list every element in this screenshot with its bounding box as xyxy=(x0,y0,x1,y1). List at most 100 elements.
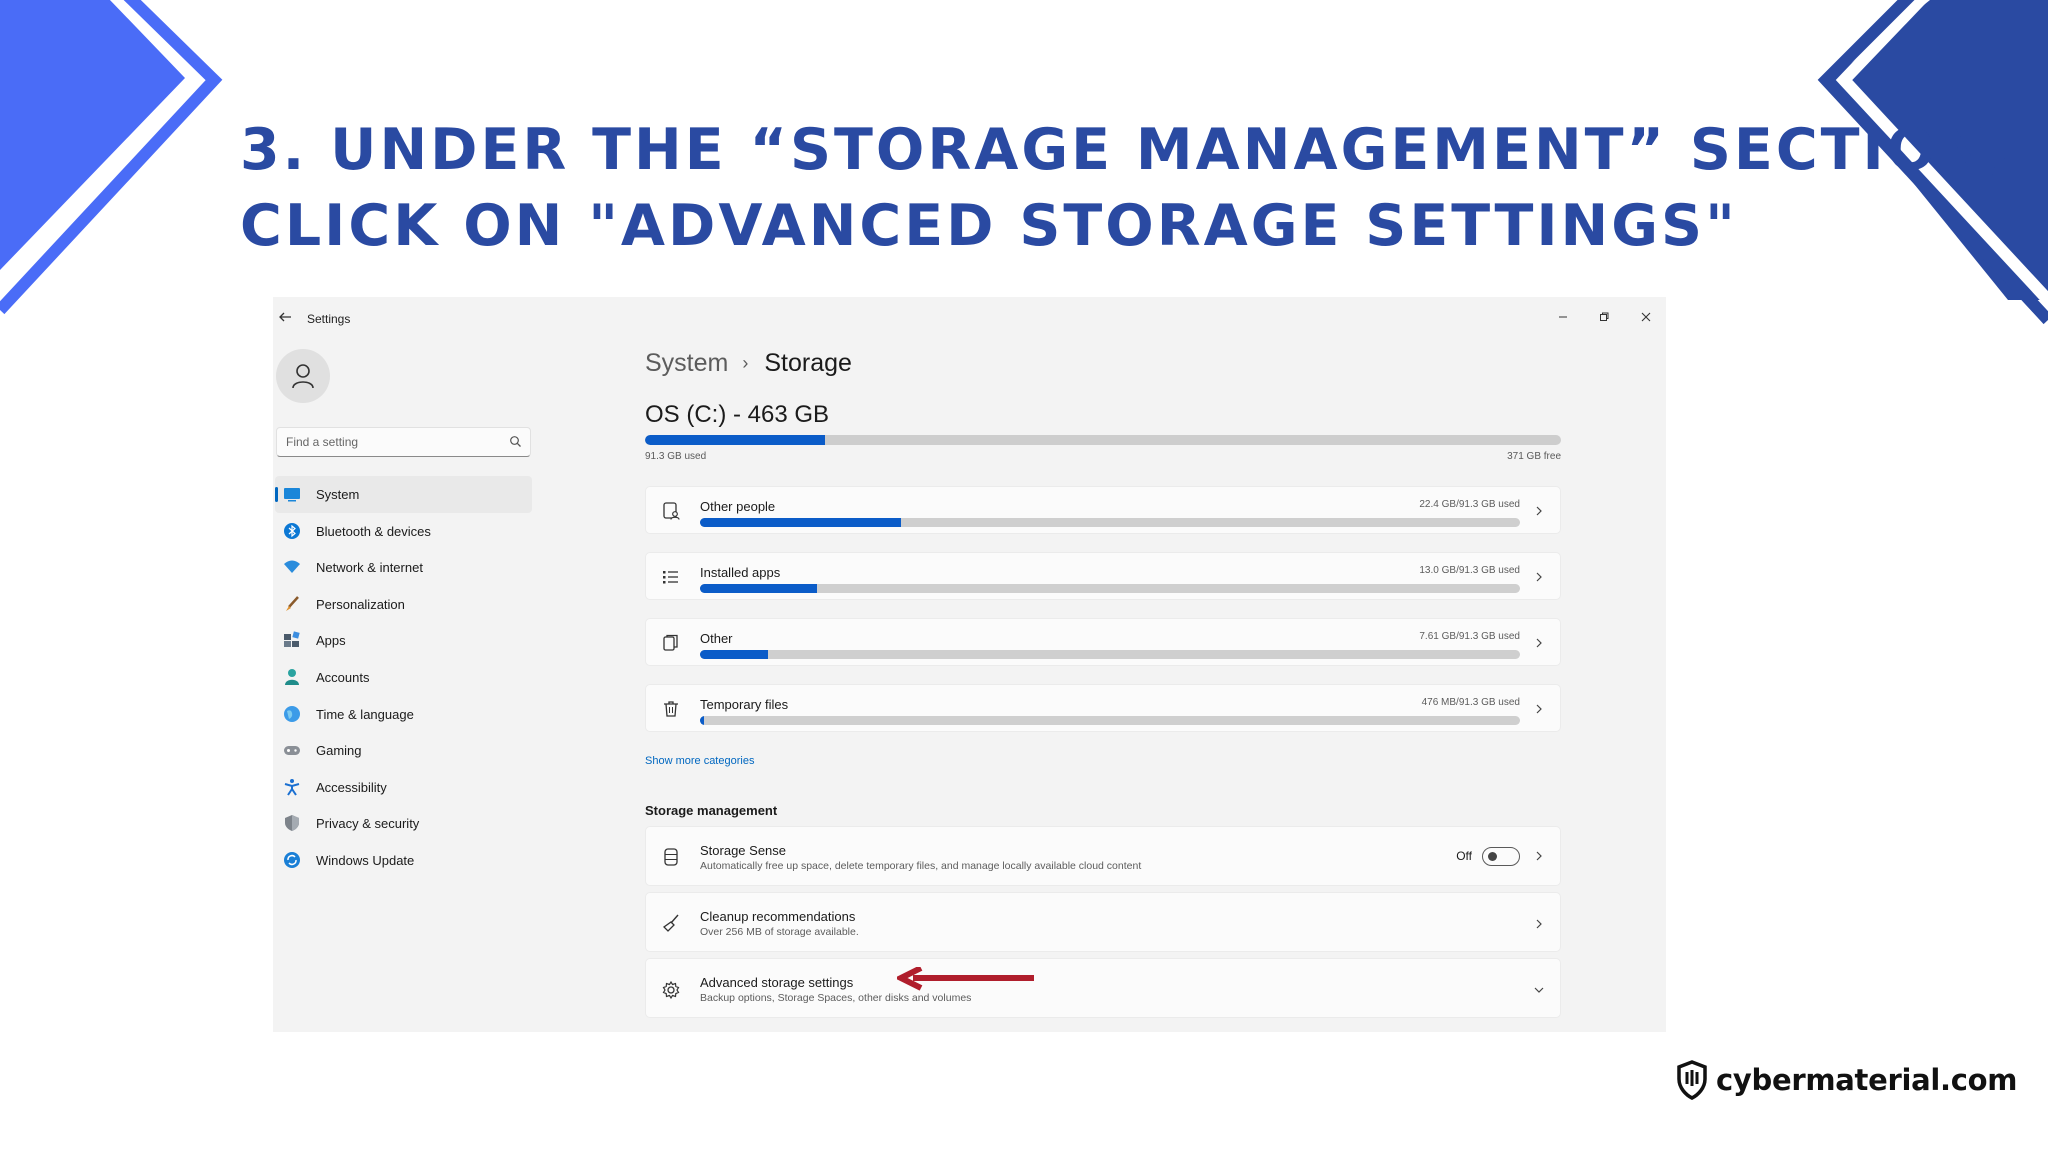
advanced-storage-title: Advanced storage settings xyxy=(700,975,854,990)
sidebar-item-accessibility[interactable]: Accessibility xyxy=(275,769,532,806)
drive-usage-fill xyxy=(645,435,826,445)
storage-sense-card[interactable]: Storage Sense Automatically free up spac… xyxy=(645,826,1561,886)
brand-logo: cybermaterial.com xyxy=(1676,1060,2017,1100)
category-usage-bar xyxy=(700,716,1520,725)
restore-icon xyxy=(1600,312,1609,321)
chevron-right-icon xyxy=(1536,506,1542,516)
wifi-icon xyxy=(284,560,300,574)
category-card-other[interactable]: Other 7.61 GB/91.3 GB used xyxy=(645,618,1561,666)
category-card-installed-apps[interactable]: Installed apps 13.0 GB/91.3 GB used xyxy=(645,552,1561,600)
sidebar-item-network[interactable]: Network & internet xyxy=(275,549,532,586)
accounts-icon xyxy=(285,668,299,685)
storage-sense-title: Storage Sense xyxy=(700,843,787,858)
close-icon xyxy=(1641,312,1651,322)
sidebar-item-label: Gaming xyxy=(316,743,362,759)
pointer-arrow-annotation xyxy=(897,967,1034,991)
category-usage: 476 MB/91.3 GB used xyxy=(1421,697,1520,708)
category-card-other-people[interactable]: Other people 22.4 GB/91.3 GB used xyxy=(645,486,1561,534)
title-bar: Settings xyxy=(273,297,1666,339)
sidebar-item-label: Apps xyxy=(316,633,346,649)
drive-used-text: 91.3 GB used xyxy=(645,451,707,462)
app-title: Settings xyxy=(307,312,351,326)
sidebar-item-time-language[interactable]: Time & language xyxy=(275,696,532,733)
sidebar-item-system[interactable]: System xyxy=(275,476,532,513)
installed-apps-icon xyxy=(660,566,682,588)
back-arrow-icon[interactable] xyxy=(275,307,297,327)
search-input[interactable] xyxy=(286,435,486,449)
storage-sense-toggle[interactable] xyxy=(1482,847,1520,866)
sidebar-item-label: Accessibility xyxy=(316,779,387,795)
chevron-down-icon xyxy=(1534,987,1544,993)
category-label: Installed apps xyxy=(700,565,781,580)
instruction-headline: 3. Under the “Storage Management” sectio… xyxy=(240,112,2011,264)
sidebar-item-label: Personalization xyxy=(316,596,405,612)
category-usage-bar xyxy=(700,650,1520,659)
sidebar-item-accounts[interactable]: Accounts xyxy=(275,659,532,696)
accessibility-icon xyxy=(284,778,300,796)
category-usage-bar xyxy=(700,584,1520,593)
broom-icon xyxy=(660,912,682,934)
gear-icon xyxy=(660,979,682,1001)
storage-sense-desc: Automatically free up space, delete temp… xyxy=(700,860,1142,872)
storage-management-heading: Storage management xyxy=(645,803,778,818)
category-label: Other people xyxy=(700,499,776,514)
storage-sense-icon xyxy=(660,846,682,868)
system-icon xyxy=(284,488,300,502)
category-card-temporary-files[interactable]: Temporary files 476 MB/91.3 GB used xyxy=(645,684,1561,732)
sidebar-item-label: System xyxy=(316,487,360,502)
breadcrumb: System › Storage xyxy=(645,349,852,378)
category-usage: 7.61 GB/91.3 GB used xyxy=(1419,631,1520,642)
advanced-storage-settings-card[interactable]: Advanced storage settings Backup options… xyxy=(645,958,1561,1018)
category-usage-fill xyxy=(700,650,769,659)
other-icon xyxy=(660,632,682,654)
search-icon[interactable] xyxy=(509,435,522,448)
drive-label: OS (C:) - 463 GB xyxy=(645,401,830,428)
minimize-button[interactable] xyxy=(1543,303,1583,331)
other-people-icon xyxy=(660,500,682,522)
breadcrumb-separator: › xyxy=(742,353,749,373)
sidebar-nav: System Bluetooth & devices Network & int… xyxy=(275,476,532,879)
category-usage-bar xyxy=(700,518,1520,527)
category-usage-fill xyxy=(700,716,705,725)
sidebar-item-label: Bluetooth & devices xyxy=(316,523,431,539)
gamepad-icon xyxy=(284,746,300,756)
sidebar-item-label: Windows Update xyxy=(316,852,415,868)
brush-icon xyxy=(286,595,299,611)
corner-decoration-left xyxy=(0,0,223,315)
sidebar-item-privacy-security[interactable]: Privacy & security xyxy=(275,805,532,842)
shield-icon xyxy=(285,815,299,832)
chevron-right-icon xyxy=(1536,919,1542,929)
cleanup-recommendations-card[interactable]: Cleanup recommendations Over 256 MB of s… xyxy=(645,892,1561,952)
restore-button[interactable] xyxy=(1584,303,1624,331)
cleanup-title: Cleanup recommendations xyxy=(700,909,856,924)
sidebar-item-label: Network & internet xyxy=(316,560,423,576)
sidebar-item-gaming[interactable]: Gaming xyxy=(275,732,532,769)
sidebar-item-bluetooth[interactable]: Bluetooth & devices xyxy=(275,513,532,550)
brand-text: cybermaterial.com xyxy=(1716,1063,2018,1097)
drive-free-text: 371 GB free xyxy=(1507,451,1561,462)
page-title: Storage xyxy=(764,349,852,377)
shield-logo-icon xyxy=(1677,1060,1707,1100)
chevron-right-icon xyxy=(1536,704,1542,714)
category-label: Other xyxy=(700,631,733,646)
category-usage: 22.4 GB/91.3 GB used xyxy=(1419,499,1520,510)
user-avatar[interactable] xyxy=(276,349,330,403)
breadcrumb-parent[interactable]: System xyxy=(645,349,728,378)
sidebar-item-label: Privacy & security xyxy=(316,816,420,832)
settings-window: Settings System xyxy=(273,297,1666,1032)
show-more-categories-link[interactable]: Show more categories xyxy=(645,755,754,767)
settings-search[interactable] xyxy=(276,427,531,457)
drive-usage-bar xyxy=(645,435,1561,445)
sidebar-item-apps[interactable]: Apps xyxy=(275,622,532,659)
category-usage-fill xyxy=(700,584,818,593)
chevron-right-icon xyxy=(1536,851,1542,861)
minimize-icon xyxy=(1559,316,1567,318)
chevron-right-icon xyxy=(1536,572,1542,582)
sidebar-item-personalization[interactable]: Personalization xyxy=(275,586,532,623)
update-icon xyxy=(284,851,300,868)
category-usage-fill xyxy=(700,518,901,527)
sidebar-item-windows-update[interactable]: Windows Update xyxy=(275,842,532,879)
close-button[interactable] xyxy=(1626,303,1666,331)
category-label: Temporary files xyxy=(700,697,789,712)
bluetooth-icon xyxy=(284,522,300,539)
